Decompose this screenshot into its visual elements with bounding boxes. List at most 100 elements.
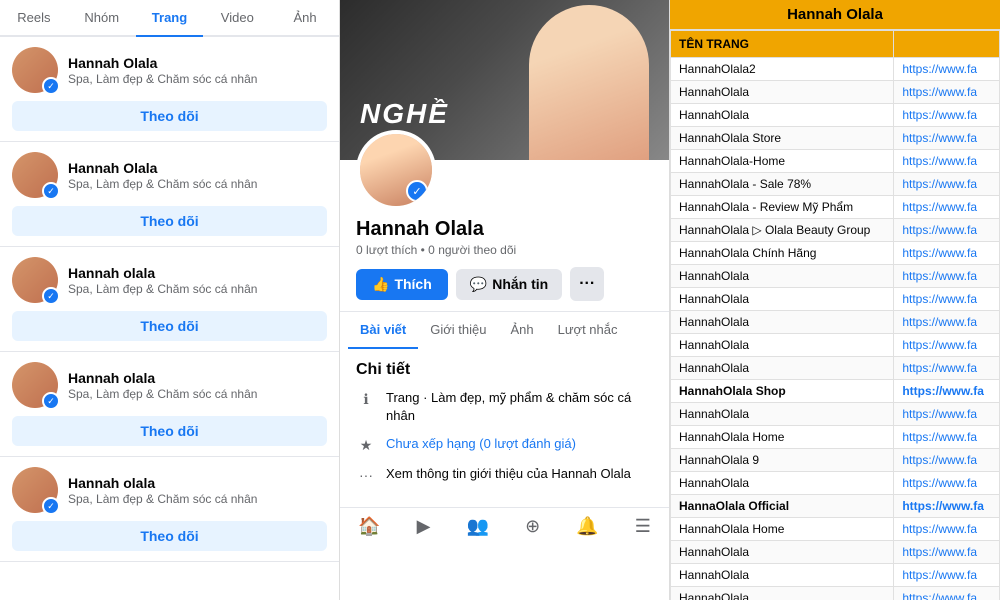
profile-name-1: Hannah Olala — [68, 160, 327, 176]
star-icon: ★ — [356, 435, 376, 455]
bottom-nav: 🏠 ▶ 👥 ⊕ 🔔 ☰ — [340, 507, 669, 545]
page-url-cell[interactable]: https://www.fa — [894, 196, 1000, 219]
table-row: HannahOlala Home https://www.fa — [671, 426, 1000, 449]
table-row: HannahOlala ▷ Olala Beauty Group https:/… — [671, 219, 1000, 242]
chi-tiet-more-text[interactable]: Xem thông tin giới thiệu của Hannah Olal… — [386, 465, 653, 483]
page-url-cell[interactable]: https://www.fa — [894, 357, 1000, 380]
friends-icon[interactable]: 👥 — [467, 516, 489, 537]
messenger-icon: 💬 — [470, 276, 487, 293]
page-url-cell[interactable]: https://www.fa — [894, 150, 1000, 173]
left-panel: Reels Nhóm Trang Video Ảnh ✓ Hannah Olal… — [0, 0, 340, 600]
page-url-cell[interactable]: https://www.fa — [894, 104, 1000, 127]
page-url-cell[interactable]: https://www.fa — [894, 311, 1000, 334]
page-name-cell: HannahOlala — [671, 265, 894, 288]
chi-tiet-rating-row: ★ Chưa xếp hạng (0 lượt đánh giá) — [356, 435, 653, 455]
menu-icon[interactable]: ☰ — [635, 516, 651, 537]
table-row: HannaOlala Official https://www.fa — [671, 495, 1000, 518]
page-url-cell[interactable]: https://www.fa — [894, 495, 1000, 518]
page-url-cell[interactable]: https://www.fa — [894, 334, 1000, 357]
chi-tiet-rating-text[interactable]: Chưa xếp hạng (0 lượt đánh giá) — [386, 435, 653, 453]
page-name-cell: HannaOlala Official — [671, 495, 894, 518]
page-name-cell: HannahOlala — [671, 472, 894, 495]
profile-info-4: Hannah olala Spa, Làm đẹp & Chăm sóc cá … — [68, 475, 327, 506]
tab-nhom[interactable]: Nhóm — [68, 0, 136, 37]
table-row: HannahOlala https://www.fa — [671, 288, 1000, 311]
tab-bai-viet[interactable]: Bài viết — [348, 312, 418, 349]
follow-button-1[interactable]: Theo dõi — [12, 206, 327, 236]
table-body: HannahOlala2 https://www.fa HannahOlala … — [671, 58, 1000, 600]
page-url-cell[interactable]: https://www.fa — [894, 219, 1000, 242]
avatar-wrap-0: ✓ — [12, 47, 58, 93]
plus-icon[interactable]: ⊕ — [525, 516, 540, 537]
like-button[interactable]: 👍 Thích — [356, 269, 448, 300]
verified-1: ✓ — [42, 182, 60, 200]
profile-name-3: Hannah olala — [68, 370, 327, 386]
rating-link[interactable]: Chưa xếp hạng (0 lượt đánh giá) — [386, 436, 576, 451]
tab-gioi-thieu[interactable]: Giới thiệu — [418, 312, 498, 349]
table-row: HannahOlala https://www.fa — [671, 587, 1000, 600]
table-row: HannahOlala Chính Hãng https://www.fa — [671, 242, 1000, 265]
profile-row-1: ✓ Hannah Olala Spa, Làm đẹp & Chăm sóc c… — [12, 152, 327, 198]
page-name-cell: HannahOlala — [671, 334, 894, 357]
page-name-cell: HannahOlala — [671, 311, 894, 334]
page-url-cell[interactable]: https://www.fa — [894, 288, 1000, 311]
follow-button-2[interactable]: Theo dõi — [12, 311, 327, 341]
likes-label: lượt thích — [366, 243, 417, 257]
table-row: HannahOlala 9 https://www.fa — [671, 449, 1000, 472]
profile-pic-section: ✓ — [340, 130, 669, 210]
verified-2: ✓ — [42, 287, 60, 305]
page-url-cell[interactable]: https://www.fa — [894, 587, 1000, 600]
page-url-cell[interactable]: https://www.fa — [894, 564, 1000, 587]
col-name-header: TÊN TRANG — [671, 31, 894, 58]
page-name-cell: HannahOlala-Home — [671, 150, 894, 173]
messenger-button[interactable]: 💬 Nhắn tin — [456, 269, 562, 300]
page-url-cell[interactable]: https://www.fa — [894, 426, 1000, 449]
more-button[interactable]: ··· — [570, 267, 604, 301]
right-panel: Hannah Olala TÊN TRANG HannahOlala2 http… — [670, 0, 1000, 600]
page-url-cell[interactable]: https://www.fa — [894, 58, 1000, 81]
page-name-cell: HannahOlala — [671, 357, 894, 380]
cover-text: NGHỀ — [360, 98, 449, 130]
table-row: HannahOlala https://www.fa — [671, 564, 1000, 587]
page-name-cell: HannahOlala — [671, 288, 894, 311]
page-name-cell: HannahOlala 9 — [671, 449, 894, 472]
table-row: HannahOlala2 https://www.fa — [671, 58, 1000, 81]
follow-button-4[interactable]: Theo dõi — [12, 521, 327, 551]
page-name-cell: HannahOlala2 — [671, 58, 894, 81]
avatar-wrap-4: ✓ — [12, 467, 58, 513]
table-row: HannahOlala Store https://www.fa — [671, 127, 1000, 150]
page-url-cell[interactable]: https://www.fa — [894, 541, 1000, 564]
page-url-cell[interactable]: https://www.fa — [894, 403, 1000, 426]
follow-button-3[interactable]: Theo dõi — [12, 416, 327, 446]
tab-trang[interactable]: Trang — [136, 0, 204, 37]
profile-row-4: ✓ Hannah olala Spa, Làm đẹp & Chăm sóc c… — [12, 467, 327, 513]
page-url-cell[interactable]: https://www.fa — [894, 127, 1000, 150]
tab-anh[interactable]: Ảnh — [271, 0, 339, 37]
page-url-cell[interactable]: https://www.fa — [894, 173, 1000, 196]
page-url-cell[interactable]: https://www.fa — [894, 81, 1000, 104]
profile-item-0: ✓ Hannah Olala Spa, Làm đẹp & Chăm sóc c… — [0, 37, 339, 142]
page-url-cell[interactable]: https://www.fa — [894, 265, 1000, 288]
profile-sub-4: Spa, Làm đẹp & Chăm sóc cá nhân — [68, 492, 327, 506]
home-icon[interactable]: 🏠 — [358, 516, 380, 537]
page-url-cell[interactable]: https://www.fa — [894, 380, 1000, 403]
tab-luot-nhac[interactable]: Lượt nhắc — [546, 312, 630, 349]
table-row: HannahOlala Shop https://www.fa — [671, 380, 1000, 403]
avatar-wrap-1: ✓ — [12, 152, 58, 198]
tab-anh[interactable]: Ảnh — [498, 312, 545, 349]
page-url-cell[interactable]: https://www.fa — [894, 518, 1000, 541]
verified-4: ✓ — [42, 497, 60, 515]
page-url-cell[interactable]: https://www.fa — [894, 472, 1000, 495]
chi-tiet-type-text: Trang · Làm đẹp, mỹ phẩm & chăm sóc cá n… — [386, 389, 653, 425]
tab-video[interactable]: Video — [203, 0, 271, 37]
page-url-cell[interactable]: https://www.fa — [894, 242, 1000, 265]
bell-icon[interactable]: 🔔 — [576, 516, 598, 537]
table-row: HannahOlala https://www.fa — [671, 357, 1000, 380]
page-url-cell[interactable]: https://www.fa — [894, 449, 1000, 472]
avatar-wrap-3: ✓ — [12, 362, 58, 408]
dots-icon: ··· — [356, 465, 376, 485]
follow-button-0[interactable]: Theo dõi — [12, 101, 327, 131]
table-row: HannahOlala - Sale 78% https://www.fa — [671, 173, 1000, 196]
tab-reels[interactable]: Reels — [0, 0, 68, 37]
play-icon[interactable]: ▶ — [417, 516, 431, 537]
